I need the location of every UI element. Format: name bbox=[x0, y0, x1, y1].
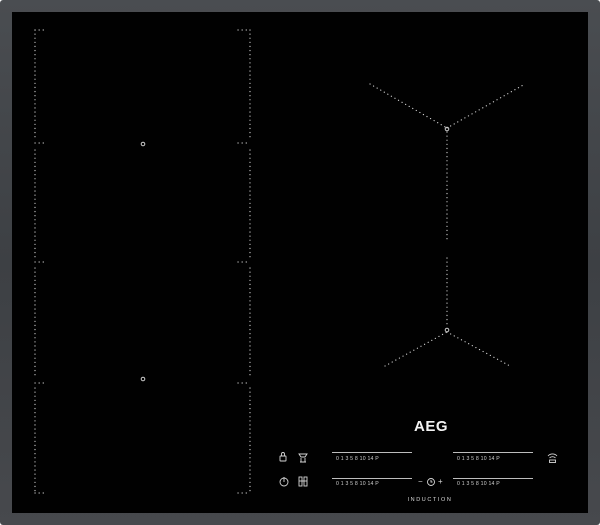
slider-track-front-right[interactable] bbox=[453, 452, 533, 453]
product-label: INDUCTION bbox=[407, 497, 453, 503]
power-scale-rear-right: 0 1 3 5 8 10 14 P bbox=[457, 481, 500, 487]
timer-minus-button[interactable]: − bbox=[418, 477, 423, 487]
lock-icon[interactable] bbox=[279, 452, 287, 462]
zone-center-marker bbox=[140, 376, 146, 382]
zone-center-marker bbox=[140, 141, 146, 147]
timer-plus-button[interactable]: + bbox=[438, 477, 443, 487]
cooking-zones bbox=[34, 29, 558, 494]
power-icon[interactable] bbox=[279, 477, 289, 487]
flex-zone-left-outline bbox=[34, 29, 251, 494]
bridge-icon[interactable] bbox=[298, 476, 308, 487]
power-scale-front-right: 0 1 3 5 8 10 14 P bbox=[457, 456, 500, 462]
zone-center-marker bbox=[444, 327, 450, 333]
power-scale-front-left: 0 1 3 5 8 10 14 P bbox=[336, 456, 379, 462]
wifi-icon[interactable] bbox=[547, 453, 558, 463]
right-zones-markings bbox=[369, 83, 526, 367]
hob2hood-icon[interactable] bbox=[298, 453, 308, 463]
power-scale-rear-left: 0 1 3 5 8 10 14 P bbox=[336, 481, 379, 487]
brand-logo: AEG bbox=[414, 418, 449, 435]
timer-icon[interactable] bbox=[427, 478, 435, 486]
slider-track-front-left[interactable] bbox=[332, 452, 412, 453]
